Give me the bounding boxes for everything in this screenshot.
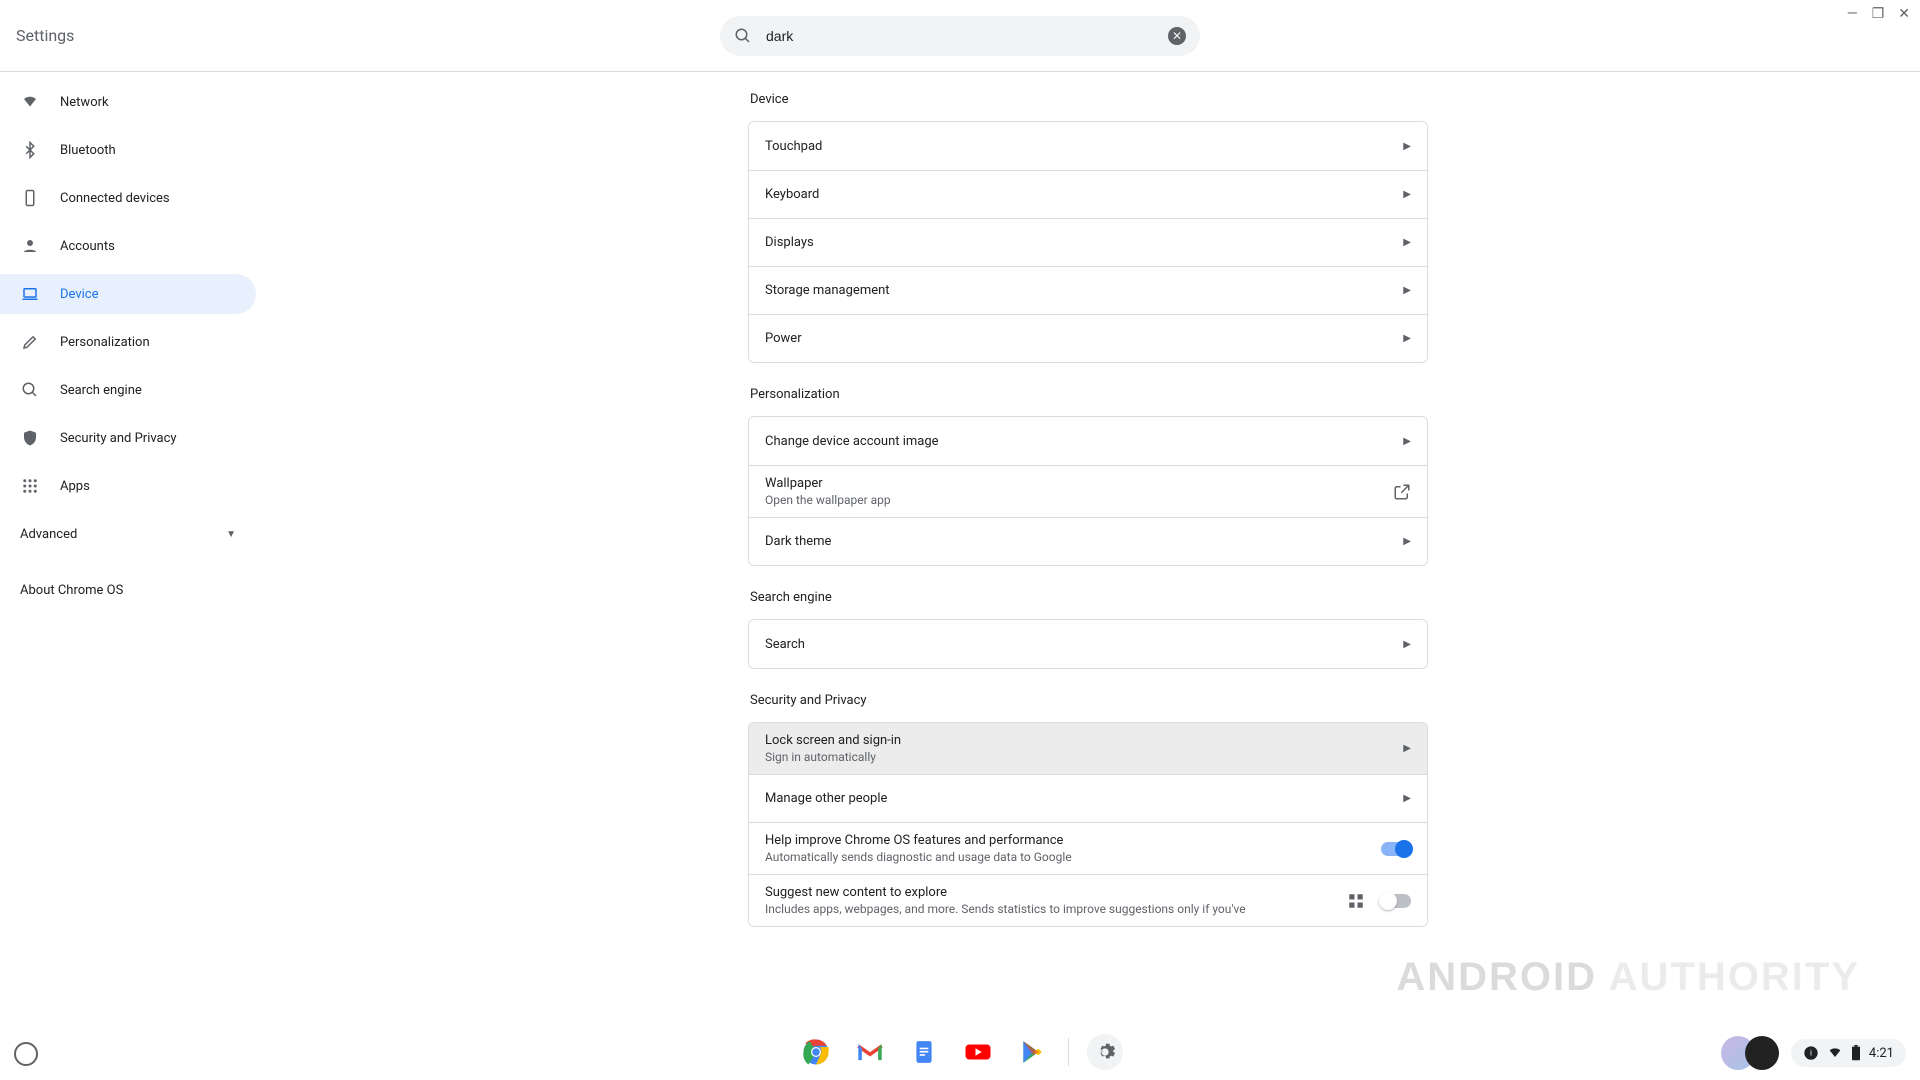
search-icon [734, 27, 752, 45]
person-icon [20, 237, 40, 255]
content-area: Device Touchpad▶ Keyboard▶ Displays▶ Sto… [256, 72, 1920, 1080]
account-switcher[interactable] [1721, 1036, 1779, 1070]
search-box[interactable]: ✕ [720, 16, 1200, 56]
laptop-icon [20, 285, 40, 303]
row-storage[interactable]: Storage management▶ [749, 266, 1427, 314]
battery-icon [1851, 1045, 1861, 1061]
apps-icon [1347, 892, 1365, 910]
row-wallpaper[interactable]: Wallpaper Open the wallpaper app [749, 465, 1427, 517]
row-displays[interactable]: Displays▶ [749, 218, 1427, 266]
sidebar-item-label: Apps [60, 479, 90, 494]
row-search[interactable]: Search▶ [749, 620, 1427, 668]
chevron-right-icon: ▶ [1403, 285, 1411, 296]
personalization-card: Change device account image▶ Wallpaper O… [748, 416, 1428, 566]
avatar [1745, 1036, 1779, 1070]
section-title-device: Device [750, 92, 1428, 107]
section-title-personalization: Personalization [750, 387, 1428, 402]
toggle-help-improve[interactable] [1381, 842, 1411, 856]
search-input[interactable] [766, 28, 1168, 44]
notification-icon: i [1803, 1045, 1819, 1061]
topbar: Settings ✕ [0, 0, 1920, 72]
shelf: i 4:21 [0, 1024, 1920, 1080]
device-card: Touchpad▶ Keyboard▶ Displays▶ Storage ma… [748, 121, 1428, 363]
shelf-app-docs[interactable] [906, 1034, 942, 1070]
row-account-image[interactable]: Change device account image▶ [749, 417, 1427, 465]
row-power[interactable]: Power▶ [749, 314, 1427, 362]
page-title: Settings [16, 26, 74, 45]
row-suggest-content[interactable]: Suggest new content to explore Includes … [749, 874, 1427, 926]
watermark: ANDROID AUTHORITY [1396, 955, 1860, 1000]
phone-icon [20, 189, 40, 207]
row-lock-screen[interactable]: Lock screen and sign-in Sign in automati… [749, 723, 1427, 774]
row-dark-theme[interactable]: Dark theme▶ [749, 517, 1427, 565]
sidebar-item-label: Accounts [60, 239, 115, 254]
search-engine-card: Search▶ [748, 619, 1428, 669]
section-title-security: Security and Privacy [750, 693, 1428, 708]
chevron-right-icon: ▶ [1403, 436, 1411, 447]
chevron-right-icon: ▶ [1403, 639, 1411, 650]
wifi-icon [1827, 1045, 1843, 1061]
external-link-icon [1393, 483, 1411, 501]
bluetooth-icon [20, 141, 40, 159]
chevron-right-icon: ▶ [1403, 333, 1411, 344]
section-title-search-engine: Search engine [750, 590, 1428, 605]
row-touchpad[interactable]: Touchpad▶ [749, 122, 1427, 170]
chevron-right-icon: ▶ [1403, 189, 1411, 200]
svg-text:i: i [1810, 1049, 1812, 1058]
launcher-button[interactable] [14, 1042, 38, 1066]
row-keyboard[interactable]: Keyboard▶ [749, 170, 1427, 218]
sidebar-item-label: Bluetooth [60, 143, 116, 158]
search-icon [20, 381, 40, 399]
shelf-app-playstore[interactable] [1014, 1034, 1050, 1070]
sidebar-item-personalization[interactable]: Personalization [0, 322, 256, 362]
status-tray[interactable]: i 4:21 [1791, 1039, 1906, 1067]
shelf-app-youtube[interactable] [960, 1034, 996, 1070]
clear-search-button[interactable]: ✕ [1168, 27, 1186, 45]
chevron-down-icon: ▼ [226, 529, 236, 540]
sidebar-item-apps[interactable]: Apps [0, 466, 256, 506]
wifi-icon [20, 93, 40, 111]
sidebar-item-device[interactable]: Device [0, 274, 256, 314]
sidebar-item-search-engine[interactable]: Search engine [0, 370, 256, 410]
shelf-app-settings[interactable] [1087, 1034, 1123, 1070]
security-card: Lock screen and sign-in Sign in automati… [748, 722, 1428, 927]
sidebar-item-label: Personalization [60, 335, 150, 350]
sidebar-item-label: Network [60, 95, 109, 110]
shelf-app-gmail[interactable] [852, 1034, 888, 1070]
toggle-suggest-content[interactable] [1381, 894, 1411, 908]
sidebar-advanced[interactable]: Advanced ▼ [0, 514, 256, 554]
clock: 4:21 [1869, 1046, 1894, 1061]
sidebar-item-label: Security and Privacy [60, 431, 177, 446]
sidebar-item-bluetooth[interactable]: Bluetooth [0, 130, 256, 170]
brush-icon [20, 333, 40, 351]
sidebar-item-accounts[interactable]: Accounts [0, 226, 256, 266]
row-manage-people[interactable]: Manage other people▶ [749, 774, 1427, 822]
chevron-right-icon: ▶ [1403, 793, 1411, 804]
apps-icon [20, 477, 40, 495]
shelf-divider [1068, 1038, 1069, 1066]
row-help-improve[interactable]: Help improve Chrome OS features and perf… [749, 822, 1427, 874]
chevron-right-icon: ▶ [1403, 536, 1411, 547]
sidebar-item-network[interactable]: Network [0, 82, 256, 122]
about-label: About Chrome OS [20, 583, 123, 598]
advanced-label: Advanced [20, 527, 77, 542]
chevron-right-icon: ▶ [1403, 237, 1411, 248]
sidebar-item-security[interactable]: Security and Privacy [0, 418, 256, 458]
sidebar: Network Bluetooth Connected devices Acco… [0, 72, 256, 1080]
shield-icon [20, 429, 40, 447]
chevron-right-icon: ▶ [1403, 141, 1411, 152]
shelf-app-chrome[interactable] [798, 1034, 834, 1070]
sidebar-about[interactable]: About Chrome OS [0, 570, 256, 610]
sidebar-item-label: Connected devices [60, 191, 170, 206]
sidebar-item-connected-devices[interactable]: Connected devices [0, 178, 256, 218]
chevron-right-icon: ▶ [1403, 743, 1411, 754]
sidebar-item-label: Device [60, 287, 99, 302]
sidebar-item-label: Search engine [60, 383, 142, 398]
